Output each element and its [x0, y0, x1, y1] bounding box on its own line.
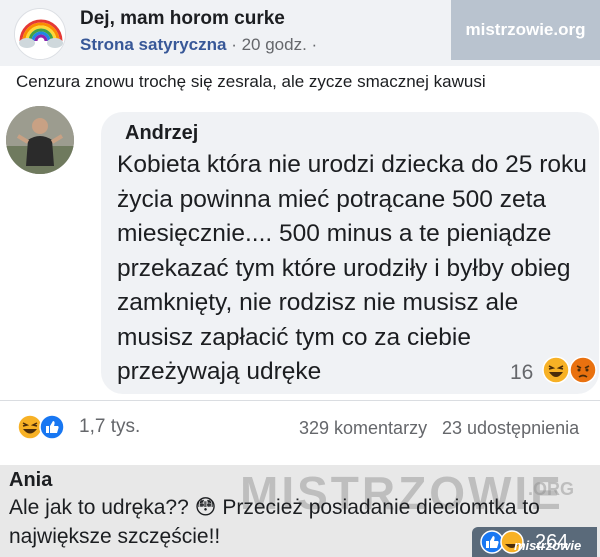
person-photo-icon — [6, 106, 74, 174]
angry-reaction-icon[interactable] — [569, 356, 597, 384]
post-text: Cenzura znowu trochę się zesrala, ale zy… — [16, 72, 486, 91]
divider — [0, 400, 600, 401]
reply-reactions-count[interactable]: 264 — [535, 531, 568, 554]
comments-count[interactable]: 329 komentarzy — [299, 418, 427, 439]
post-header: Dej, mam horom curke Strona satyryczna ·… — [0, 0, 600, 66]
commenter-avatar[interactable] — [6, 106, 74, 174]
page-name[interactable]: Dej, mam horom curke — [80, 8, 285, 30]
post-reactions[interactable]: 1,7 tys. — [17, 414, 140, 440]
page-avatar[interactable] — [14, 8, 66, 60]
reply-author[interactable]: Ania — [9, 469, 52, 492]
comment-text: Kobieta która nie urodzi dziecka do 25 r… — [117, 151, 587, 385]
likes-count[interactable]: 1,7 tys. — [79, 416, 140, 438]
watermark-top: mistrzowie.org — [451, 0, 600, 60]
comment-reactions-count[interactable]: 16 — [510, 361, 533, 385]
shares-count[interactable]: 23 udostępnienia — [442, 418, 579, 439]
page-category-link[interactable]: Strona satyryczna — [80, 35, 226, 54]
laugh-reaction-icon[interactable] — [542, 356, 570, 384]
rainbow-logo-icon — [15, 9, 65, 59]
post-meta: Strona satyryczna · 20 godz. · — [80, 35, 317, 55]
post-stats: 1,7 tys. 329 komentarzy 23 udostępnienia — [0, 408, 600, 448]
post-time[interactable]: · 20 godz. · — [231, 35, 317, 54]
comment-author[interactable]: Andrzej — [125, 122, 198, 145]
like-reaction-icon — [39, 414, 65, 440]
